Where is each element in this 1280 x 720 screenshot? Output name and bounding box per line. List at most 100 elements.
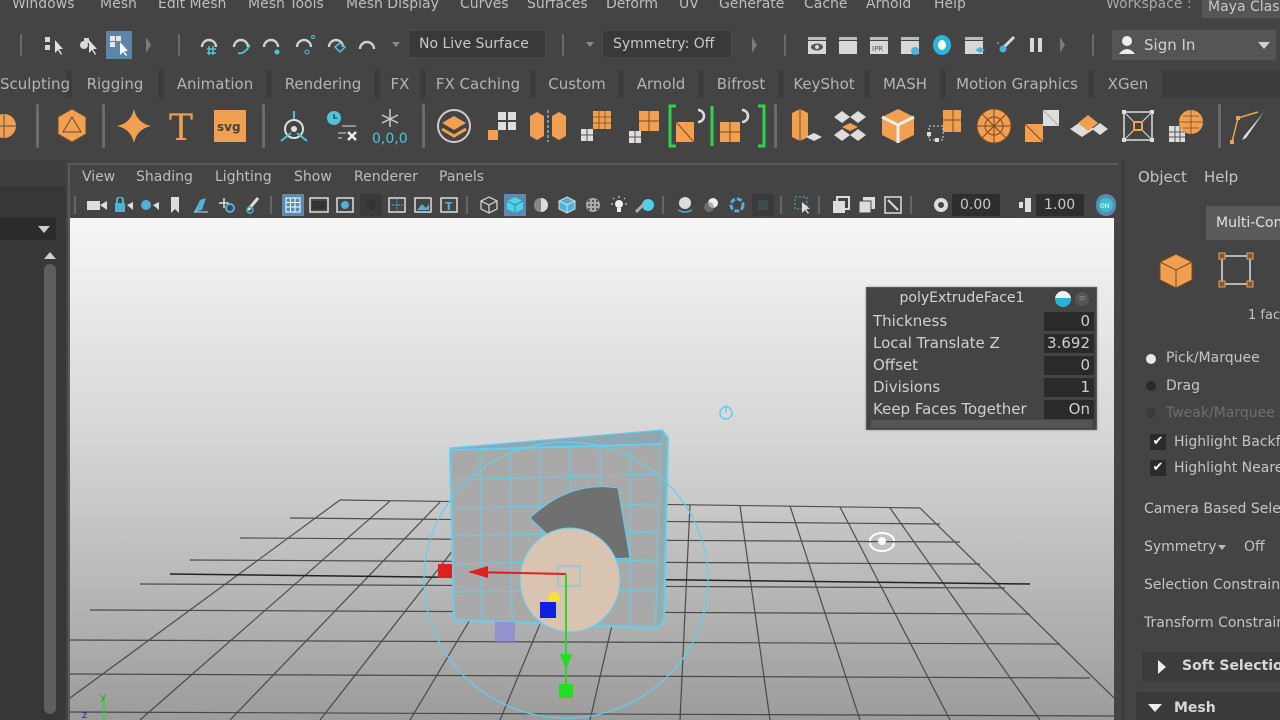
symmetry-field[interactable]: Symmetry: Off <box>602 30 732 58</box>
tab-custom[interactable]: Custom <box>536 70 618 98</box>
xray-icon[interactable] <box>830 194 852 216</box>
safe-title-icon[interactable]: T <box>438 194 460 216</box>
x-axis-handle[interactable] <box>438 564 452 578</box>
snap-options-dropdown[interactable] <box>392 42 400 47</box>
render-current-frame-icon[interactable] <box>836 33 860 57</box>
select-by-component-icon[interactable] <box>106 31 132 59</box>
type-text-icon[interactable]: T <box>162 106 202 146</box>
snap-to-live-icon[interactable] <box>325 33 349 57</box>
transform-constraints-label[interactable]: Transform Constraints <box>1144 615 1280 631</box>
grid-toggle-icon[interactable] <box>282 194 304 216</box>
bookmark-icon[interactable] <box>164 194 186 216</box>
light-editor-icon[interactable] <box>994 33 1018 57</box>
symmetry-dropdown-icon[interactable] <box>1218 545 1226 550</box>
symmetry-value[interactable]: Off <box>1244 539 1265 555</box>
menu-mesh[interactable]: Mesh <box>100 0 137 12</box>
select-by-hierarchy-icon[interactable] <box>42 33 66 57</box>
divisions-field[interactable]: 1 <box>1044 378 1094 397</box>
plane-handle[interactable] <box>495 622 515 642</box>
camera-based-selection-label[interactable]: Camera Based Selection <box>1144 501 1280 517</box>
svg-icon[interactable]: svg <box>210 106 250 146</box>
platonic-solid-icon[interactable] <box>52 106 92 146</box>
pause-viewport-icon[interactable] <box>1024 33 1048 57</box>
screen-space-ao-icon[interactable] <box>674 194 696 216</box>
render-setup-icon[interactable] <box>962 33 986 57</box>
gamma-icon[interactable] <box>1014 194 1036 216</box>
combine-icon[interactable] <box>434 106 474 146</box>
local-translate-z-field[interactable]: 3.692 <box>1044 334 1094 353</box>
anti-aliasing-icon[interactable] <box>726 194 748 216</box>
node-menu-icon[interactable]: ≡ <box>1075 292 1089 306</box>
viewport-menu-shading[interactable]: Shading <box>136 169 193 185</box>
gate-mask-icon[interactable] <box>360 194 382 216</box>
z-axis-handle[interactable] <box>540 602 556 618</box>
tab-animation[interactable]: Animation <box>164 70 266 98</box>
vertex-mode-icon[interactable] <box>1218 252 1254 292</box>
motion-blur-icon[interactable] <box>700 194 722 216</box>
xray-active-components-icon[interactable] <box>856 194 878 216</box>
ipr-render-icon[interactable]: IPR <box>867 33 891 57</box>
snap-together-icon[interactable] <box>356 33 380 57</box>
menu-curves[interactable]: Curves <box>460 0 509 12</box>
workspace-dropdown[interactable]: Maya Classic <box>1202 0 1280 18</box>
poke-icon[interactable] <box>924 106 964 146</box>
exposure-icon[interactable] <box>930 194 952 216</box>
reduce-icon[interactable] <box>624 106 664 146</box>
separate-icon[interactable] <box>482 106 522 146</box>
bridge-icon[interactable] <box>716 104 766 148</box>
radio-drag[interactable] <box>1146 381 1156 391</box>
menu-help[interactable]: Help <box>934 0 966 12</box>
scroll-up-icon[interactable] <box>44 252 56 259</box>
offset-field[interactable]: 0 <box>1044 356 1094 375</box>
menu-cache[interactable]: Cache <box>804 0 848 12</box>
tab-keyshot[interactable]: KeyShot <box>784 70 864 98</box>
symmetry-dropdown-arrow[interactable] <box>586 42 594 47</box>
snap-to-point-icon[interactable] <box>260 33 284 57</box>
render-view-icon[interactable] <box>805 33 829 57</box>
node-resize-bar[interactable] <box>871 420 1092 428</box>
collapse-arrow-icon[interactable] <box>1060 37 1065 53</box>
select-by-object-icon[interactable] <box>76 33 100 57</box>
snap-to-curve-icon[interactable] <box>230 33 254 57</box>
menu-windows[interactable]: Windows <box>12 0 75 12</box>
append-polygon-icon[interactable] <box>1022 106 1062 146</box>
menu-edit-mesh[interactable]: Edit Mesh <box>158 0 226 12</box>
tab-bifrost[interactable]: Bifrost <box>704 70 778 98</box>
tab-sculpting[interactable]: Sculpting <box>0 70 70 98</box>
snap-to-grid-icon[interactable] <box>198 33 222 57</box>
textured-icon[interactable] <box>582 194 604 216</box>
gamma-field[interactable]: 1.00 <box>1036 194 1084 216</box>
smooth-icon[interactable] <box>576 106 616 146</box>
viewport-menu-panels[interactable]: Panels <box>439 169 484 185</box>
pivot-icon[interactable] <box>274 106 314 146</box>
viewport-menu-renderer[interactable]: Renderer <box>354 169 418 185</box>
menu-arnold[interactable]: Arnold <box>866 0 911 12</box>
poly-disc-icon[interactable] <box>0 106 22 146</box>
smooth-shade-icon[interactable] <box>504 194 526 216</box>
viewport-menu-show[interactable]: Show <box>294 169 332 185</box>
selection-constraints-label[interactable]: Selection Constraints <box>1144 577 1280 593</box>
collapse-arrow-icon[interactable] <box>752 37 757 53</box>
tab-fx[interactable]: FX <box>380 70 420 98</box>
color-management-toggle-icon[interactable]: ON <box>1096 194 1116 216</box>
object-mode-icon[interactable] <box>1158 252 1194 294</box>
grease-pencil-icon[interactable] <box>242 194 264 216</box>
live-surface-field[interactable]: No Live Surface <box>408 30 546 58</box>
depth-of-field-icon[interactable] <box>752 194 774 216</box>
offset-loop-icon[interactable] <box>1118 106 1158 146</box>
highlight-nearest-checkbox[interactable]: ✔ <box>1150 460 1166 476</box>
use-all-lights-icon[interactable] <box>608 194 630 216</box>
left-panel-dropdown[interactable] <box>0 218 56 240</box>
extrude-icon[interactable] <box>786 106 826 146</box>
tab-mash[interactable]: MASH <box>870 70 940 98</box>
tab-fx-caching[interactable]: FX Caching <box>426 70 530 98</box>
field-chart-icon[interactable] <box>386 194 408 216</box>
default-material-icon[interactable] <box>530 194 552 216</box>
safe-action-icon[interactable] <box>412 194 434 216</box>
highlight-backfaces-checkbox[interactable]: ✔ <box>1150 434 1166 450</box>
menu-mesh-tools[interactable]: Mesh Tools <box>248 0 324 12</box>
viewport-menu-view[interactable]: View <box>82 169 115 185</box>
snap-to-view-plane-icon[interactable] <box>293 33 317 57</box>
node-pin-icon[interactable] <box>1055 291 1071 307</box>
quad-draw-icon[interactable] <box>668 104 714 148</box>
